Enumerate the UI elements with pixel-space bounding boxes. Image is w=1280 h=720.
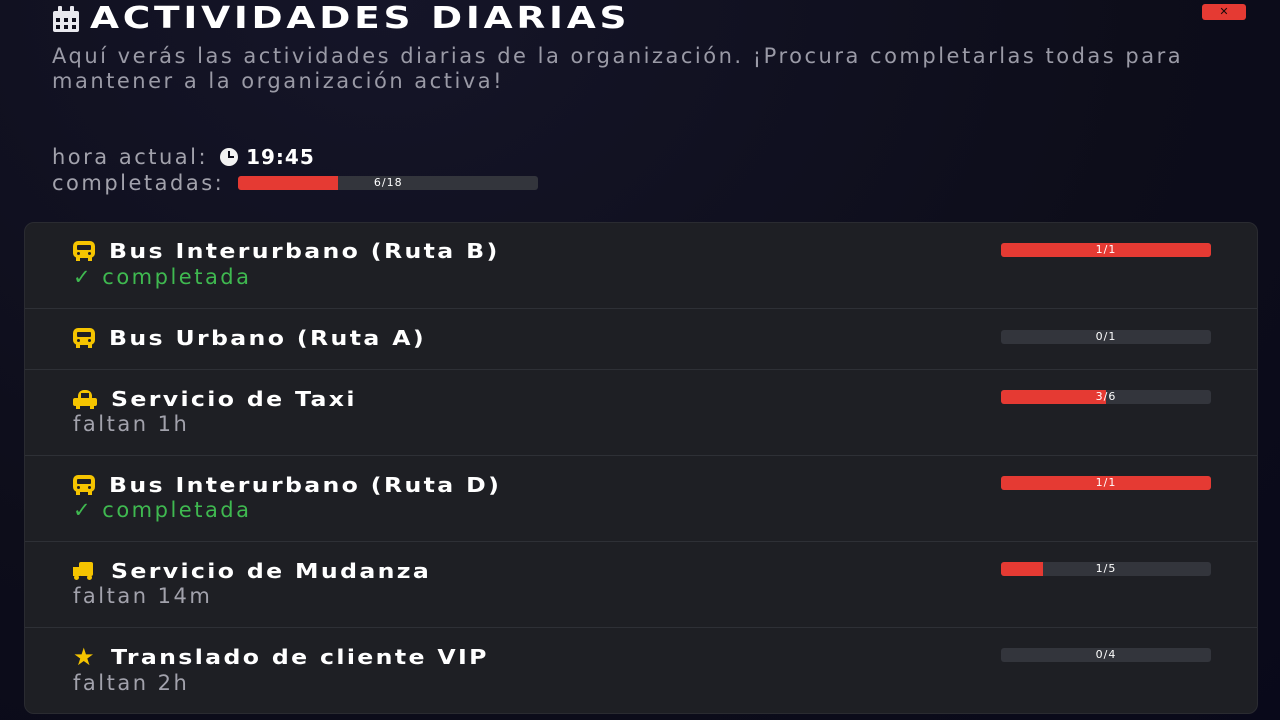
activity-header: ★ Translado de cliente VIP <box>73 643 486 671</box>
activity-progress-bar: 3/6 <box>1001 390 1211 404</box>
title-row: ACTIVIDADES DIARIAS <box>52 0 1252 36</box>
activity-status: faltan 14m <box>73 584 213 608</box>
activity-name: Bus Interurbano (Ruta B) <box>109 239 500 263</box>
activity-progress-bar: 1/1 <box>1001 476 1211 490</box>
activity-item: Servicio de Mudanza faltan 14m 1/5 <box>25 542 1257 628</box>
activity-header: Servicio de Mudanza <box>73 559 429 583</box>
activity-header: Servicio de Taxi <box>73 387 354 411</box>
activity-progress-text: 0/1 <box>1095 330 1117 343</box>
taxi-icon <box>73 389 97 409</box>
calendar-icon <box>52 6 80 32</box>
bus-icon <box>73 241 95 261</box>
activity-status: faltan 1h <box>73 412 190 436</box>
header: ACTIVIDADES DIARIAS <box>52 0 1252 40</box>
overall-progress-bar: 6/18 <box>238 176 539 190</box>
activity-item: Bus Interurbano (Ruta B) ✓ completada 1/1 <box>25 223 1257 309</box>
activity-name: Bus Urbano (Ruta A) <box>109 326 426 350</box>
activity-progress-text: 0/4 <box>1095 648 1117 661</box>
activity-item: ★ Translado de cliente VIP faltan 2h 0/4 <box>25 628 1257 713</box>
clock-icon <box>220 148 239 166</box>
activity-item: Bus Urbano (Ruta A) 0/1 <box>25 309 1257 370</box>
time-row: hora actual: 19:45 <box>52 144 538 170</box>
activity-status: faltan 2h <box>73 671 190 695</box>
activity-progress-text: 3/6 <box>1095 390 1117 403</box>
page-title: ACTIVIDADES DIARIAS <box>90 0 631 36</box>
bus-icon <box>73 475 95 495</box>
activity-name: Bus Interurbano (Ruta D) <box>109 473 502 497</box>
completed-row: completadas: 6/18 <box>52 170 539 196</box>
activity-progress-bar: 0/1 <box>1001 330 1211 344</box>
activity-name: Servicio de Taxi <box>111 387 357 411</box>
activity-list: Bus Interurbano (Ruta B) ✓ completada 1/1 B… <box>24 222 1258 714</box>
info-panel: hora actual: 19:45 completadas: 6/18 <box>52 144 539 196</box>
description: Aquí verás las actividades diarias de la… <box>52 44 1184 93</box>
activity-item: Bus Interurbano (Ruta D) ✓ completada 1/1 <box>25 456 1257 542</box>
time-label: hora actual: <box>52 145 209 169</box>
bus-icon <box>73 328 95 348</box>
activity-header: Bus Urbano (Ruta A) <box>73 326 424 350</box>
activity-progress-text: 1/1 <box>1095 476 1117 489</box>
activity-progress-text: 1/5 <box>1095 562 1117 575</box>
overall-progress-text: 6/18 <box>373 176 403 189</box>
time-value: 19:45 <box>246 145 315 169</box>
activity-status: ✓ completada <box>73 265 252 289</box>
activity-item: Servicio de Taxi faltan 1h 3/6 <box>25 370 1257 456</box>
activity-status: ✓ completada <box>73 498 252 522</box>
activity-name: Translado de cliente VIP <box>111 645 489 669</box>
activity-name: Servicio de Mudanza <box>111 559 432 583</box>
close-button[interactable]: ✕ <box>1202 4 1246 20</box>
activity-progress-bar: 0/4 <box>1001 648 1211 662</box>
star-icon: ★ <box>73 643 95 671</box>
completed-label: completadas: <box>52 171 225 195</box>
activity-progress-bar: 1/1 <box>1001 243 1211 257</box>
activity-header: Bus Interurbano (Ruta B) <box>73 239 497 263</box>
activity-progress-text: 1/1 <box>1095 243 1117 256</box>
truck-icon <box>73 561 97 581</box>
activity-header: Bus Interurbano (Ruta D) <box>73 473 499 497</box>
activity-progress-bar: 1/5 <box>1001 562 1211 576</box>
